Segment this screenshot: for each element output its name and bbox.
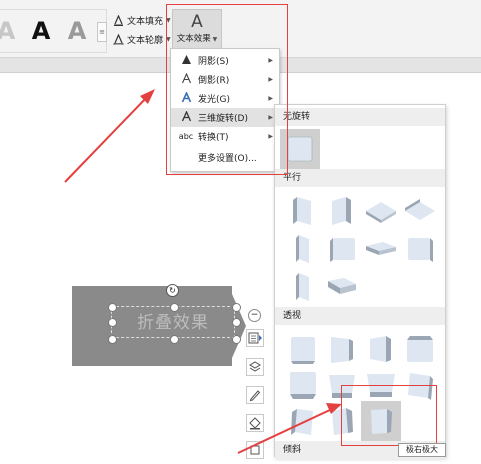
annotation-arrows <box>64 89 342 454</box>
annotation-arrow-bottom <box>237 403 342 454</box>
annotation-arrow-top <box>64 89 155 183</box>
